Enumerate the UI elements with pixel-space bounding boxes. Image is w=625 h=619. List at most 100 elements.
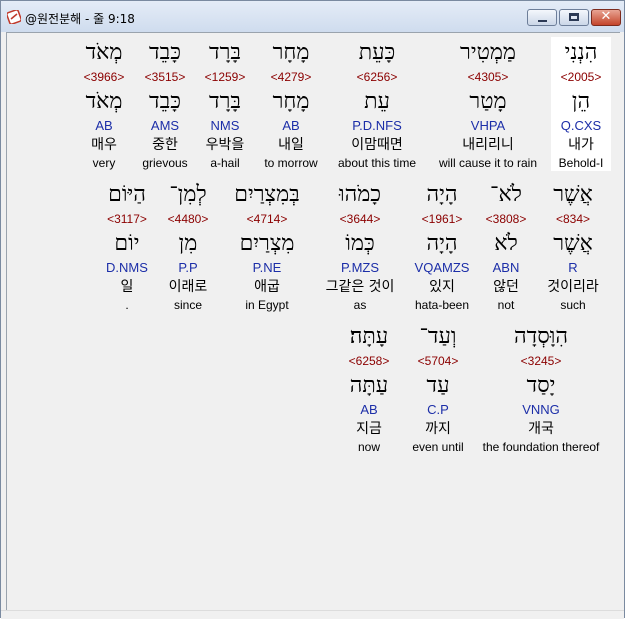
hebrew-word: לְמִן־ xyxy=(169,182,207,207)
english-gloss: in Egypt xyxy=(245,298,289,312)
hebrew-root: כָּבֵד xyxy=(149,89,181,114)
hebrew-word: כָּעֵת xyxy=(358,40,396,65)
english-gloss: to morrow xyxy=(264,156,318,170)
word-cell[interactable]: מָחָר <4279> מָחָר AB 내일 to morrow xyxy=(255,37,327,171)
korean-gloss: 우박을 xyxy=(205,137,245,153)
word-cell[interactable]: אֲשֶׁר <834> אֲשֶׁר R 것이리라 such xyxy=(537,179,609,313)
word-cell[interactable]: בְּמִצְרַיִם <4714> מִצְרַיִם P.NE 애굽 in… xyxy=(221,179,313,313)
strong-number: <4714> xyxy=(246,212,288,226)
grammar-code: VNNG xyxy=(522,402,560,417)
korean-gloss: 이맘때면 xyxy=(351,137,403,153)
hebrew-word: כָמֹהוּ xyxy=(338,182,382,207)
word-cell[interactable]: הָיָה <1961> הָיָה VQAMZS 있지 hata-been xyxy=(407,179,477,313)
english-gloss: even until xyxy=(412,440,464,454)
grammar-code: Q.CXS xyxy=(560,118,602,133)
app-window: @원전분해 - 줄 9:18 ✕ מְאֹד <3966> מְאֹד AB 매… xyxy=(0,0,625,619)
strong-number: <4480> xyxy=(167,212,209,226)
grammar-code: D.NMS xyxy=(106,260,148,275)
hebrew-root: עֵת xyxy=(364,89,390,114)
hebrew-word: מַמְטִיר xyxy=(460,40,516,65)
app-icon xyxy=(7,10,21,24)
hebrew-word: הָיָה xyxy=(426,182,458,207)
strong-number: <834> xyxy=(555,212,591,226)
korean-gloss: 까지 xyxy=(425,421,451,437)
word-cell[interactable]: כָמֹהוּ <3644> כְּמוֹ P.MZS 그같은 것이 as xyxy=(313,179,407,313)
korean-gloss: 매우 xyxy=(91,137,117,153)
english-gloss: a-hail xyxy=(210,156,240,170)
korean-gloss: 애굽 xyxy=(254,279,280,295)
hebrew-root: יָסַד xyxy=(526,373,556,398)
strong-number: <3515> xyxy=(144,70,186,84)
english-gloss: Behold-I xyxy=(558,156,604,170)
word-cell[interactable]: וְעַד־ <5704> עַד C.P 까지 even until xyxy=(405,321,471,455)
word-cell-selected[interactable]: הִנְנִי <2005> הֵן Q.CXS 내가 Behold-I xyxy=(551,37,611,171)
grammar-code: AB xyxy=(95,118,113,133)
word-cell[interactable]: כָּבֵד <3515> כָּבֵד AMS 중한 grievous xyxy=(135,37,195,171)
english-gloss: hata-been xyxy=(414,298,470,312)
grammar-code: ABN xyxy=(492,260,520,275)
hebrew-root: מְאֹד xyxy=(85,89,123,114)
window-title: @원전분해 - 줄 9:18 xyxy=(25,12,135,26)
english-gloss: about this time xyxy=(337,156,417,170)
hebrew-word: עָתָּה׃ xyxy=(349,324,389,349)
hebrew-word: הִוָּסְדָה xyxy=(513,324,569,349)
grammar-code: C.P xyxy=(427,402,449,417)
hebrew-root: בָּרָד xyxy=(209,89,241,114)
english-gloss: now xyxy=(357,440,380,454)
grammar-code: NMS xyxy=(210,118,240,133)
title-bar[interactable]: @원전분해 - 줄 9:18 ✕ xyxy=(1,1,624,32)
hebrew-word: בְּמִצְרַיִם xyxy=(234,182,300,207)
word-cell[interactable]: לְמִן־ <4480> מִן P.P 이래로 since xyxy=(157,179,219,313)
strong-number: <1259> xyxy=(204,70,246,84)
word-cell[interactable]: כָּעֵת <6256> עֵת P.D.NFS 이맘때면 about thi… xyxy=(327,37,427,171)
word-cell[interactable]: לֹא־ <3808> לֹא ABN 않던 not xyxy=(477,179,535,313)
english-gloss: very xyxy=(92,156,116,170)
hebrew-word: מְאֹד xyxy=(85,40,123,65)
hebrew-word: הַיּוֹם xyxy=(108,182,146,207)
korean-gloss: 중한 xyxy=(152,137,178,153)
strong-number: <3644> xyxy=(339,212,381,226)
hebrew-word: אֲשֶׁר xyxy=(553,182,593,207)
hebrew-root: אֲשֶׁר xyxy=(553,231,593,256)
word-cell[interactable]: עָתָּה׃ <6258> עַתָּה AB 지금 now xyxy=(339,321,399,455)
strong-number: <4305> xyxy=(467,70,509,84)
maximize-button[interactable] xyxy=(559,9,589,26)
close-icon: ✕ xyxy=(600,9,612,24)
grammar-code: AB xyxy=(282,118,300,133)
hebrew-root: מִן xyxy=(178,231,198,256)
strong-number: <3808> xyxy=(485,212,527,226)
grammar-code: VQAMZS xyxy=(414,260,470,275)
grammar-code: AMS xyxy=(150,118,180,133)
word-cell[interactable]: מְאֹד <3966> מְאֹד AB 매우 very xyxy=(73,37,135,171)
strong-number: <6256> xyxy=(356,70,398,84)
hebrew-root: הָיָה xyxy=(426,231,458,256)
word-cell[interactable]: הַיּוֹם <3117> יוֹם D.NMS 일 . xyxy=(99,179,155,313)
grammar-code: P.MZS xyxy=(340,260,380,275)
word-cell[interactable]: מַמְטִיר <4305> מָטַר VHPA 내리리니 will cau… xyxy=(427,37,549,171)
strong-number: <2005> xyxy=(560,70,602,84)
korean-gloss: 일 xyxy=(120,279,134,295)
english-gloss: since xyxy=(173,298,202,312)
hebrew-root: מָחָר xyxy=(272,89,310,114)
korean-gloss: 개국 xyxy=(528,421,554,437)
strong-number: <6258> xyxy=(348,354,390,368)
strong-number: <1961> xyxy=(421,212,463,226)
strong-number: <3966> xyxy=(83,70,125,84)
english-gloss: the foundation thereof xyxy=(482,440,600,454)
grammar-code: P.P xyxy=(178,260,198,275)
hebrew-root: מִצְרַיִם xyxy=(239,231,295,256)
hebrew-root: מָטַר xyxy=(469,89,507,114)
minimize-button[interactable] xyxy=(527,9,557,26)
hebrew-word: לֹא־ xyxy=(490,182,522,207)
english-gloss: such xyxy=(560,298,586,312)
analysis-panel[interactable]: מְאֹד <3966> מְאֹד AB 매우 very כָּבֵד <35… xyxy=(6,32,620,612)
strong-number: <5704> xyxy=(417,354,459,368)
korean-gloss: 내일 xyxy=(278,137,304,153)
close-button[interactable]: ✕ xyxy=(591,9,621,26)
korean-gloss: 이래로 xyxy=(168,279,208,295)
word-cell[interactable]: בָּרָד <1259> בָּרָד NMS 우박을 a-hail xyxy=(195,37,255,171)
english-gloss: will cause it to rain xyxy=(438,156,538,170)
word-cell[interactable]: הִוָּסְדָה <3245> יָסַד VNNG 개국 the foun… xyxy=(475,321,607,455)
korean-gloss: 있지 xyxy=(429,279,455,295)
english-gloss: grievous xyxy=(142,156,188,170)
